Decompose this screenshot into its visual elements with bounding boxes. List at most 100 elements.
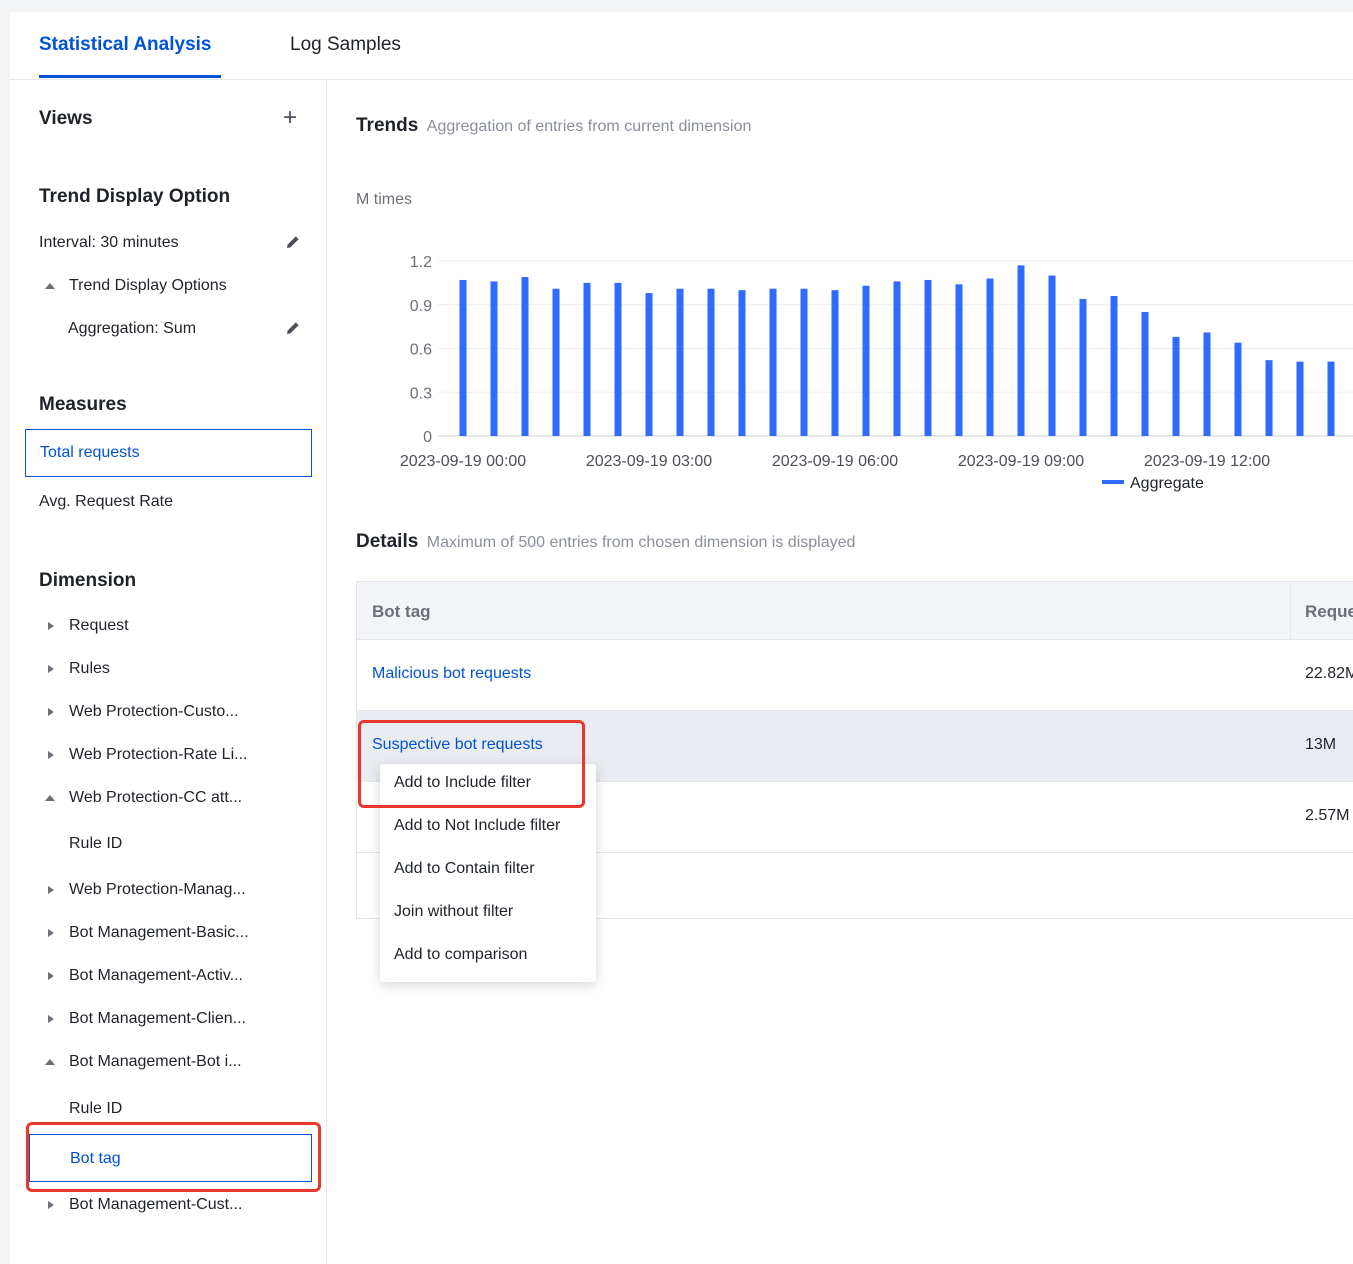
bar (862, 285, 870, 436)
y-tick-label: 0.6 (410, 342, 432, 359)
edit-aggregation-icon[interactable] (284, 319, 302, 337)
legend-label: Aggregate (1130, 475, 1204, 492)
tab-statistical-analysis[interactable]: Statistical Analysis (39, 34, 211, 56)
x-tick-label: 2023-09-19 12:00 (1144, 453, 1270, 470)
dimension-title: Dimension (39, 570, 137, 591)
dimension-item-web-protection-rate-limit[interactable]: Web Protection-Rate Li... (69, 746, 247, 764)
sidebar: Views + Trend Display Option Interval: 3… (10, 80, 327, 1264)
dimension-item-web-protection-cc[interactable]: Web Protection-CC att... (69, 789, 242, 807)
dimension-item-rule-id[interactable]: Rule ID (69, 835, 122, 853)
aggregation-label: Aggregation: Sum (68, 320, 197, 337)
dimension-item-request[interactable]: Request (69, 617, 129, 635)
dimension-item-web-protection-custom[interactable]: Web Protection-Custo... (69, 703, 239, 721)
collapse-trend-options-icon[interactable] (45, 283, 55, 289)
column-header-bot-tag[interactable]: Bot tag (372, 602, 431, 622)
bar (521, 277, 529, 436)
expand-icon[interactable] (48, 886, 54, 894)
menu-add-to-comparison[interactable]: Add to comparison (394, 946, 527, 964)
expand-icon[interactable] (48, 708, 54, 716)
y-tick-label: 0.3 (410, 385, 432, 402)
bar (1079, 298, 1087, 436)
dimension-item-bot-management-client[interactable]: Bot Management-Clien... (69, 1010, 246, 1028)
analysis-window: Statistical Analysis Log Samples Views +… (10, 12, 1353, 1264)
dimension-item-rule-id-2[interactable]: Rule ID (69, 1100, 122, 1118)
highlight-annotation (358, 720, 585, 808)
table-header: Bot tag Reque (357, 582, 1353, 640)
trend-display-option-title: Trend Display Option (39, 186, 231, 207)
column-header-requests[interactable]: Reque (1305, 602, 1353, 622)
bar (707, 288, 715, 436)
table-row[interactable]: Malicious bot requests 22.82M (357, 640, 1353, 711)
trends-chart: M times 1.2 0.9 0.6 0.3 0 2023-09-19 00:00 2023… (328, 80, 1353, 500)
legend-swatch (1102, 480, 1124, 484)
bar (831, 290, 839, 436)
dimension-item-bot-management-bot-intel[interactable]: Bot Management-Bot i... (69, 1053, 242, 1071)
measure-total-requests-label: Total requests (40, 444, 140, 461)
bar (1327, 361, 1335, 436)
details-subtitle: Maximum of 500 entries from chosen dimen… (426, 534, 856, 551)
bar (614, 282, 622, 436)
expand-icon[interactable] (48, 1201, 54, 1209)
bar (986, 278, 994, 436)
bar (645, 293, 653, 436)
highlight-annotation (26, 1122, 321, 1192)
y-tick-label: 1.2 (410, 254, 432, 271)
x-tick-label: 2023-09-19 06:00 (772, 453, 898, 470)
y-axis-unit-label: M times (356, 191, 412, 208)
expand-icon[interactable] (48, 1015, 54, 1023)
bar (800, 288, 808, 436)
collapse-icon[interactable] (45, 795, 55, 801)
active-tab-indicator (39, 75, 221, 78)
measures-title: Measures (39, 394, 127, 415)
dimension-item-web-protection-managed[interactable]: Web Protection-Manag... (69, 881, 246, 899)
details-title: Details (356, 531, 419, 552)
bar (893, 281, 901, 436)
edit-interval-icon[interactable] (284, 233, 302, 251)
dimension-item-bot-management-basic[interactable]: Bot Management-Basic... (69, 924, 249, 942)
bar (459, 279, 467, 436)
row-tag-link[interactable]: Malicious bot requests (372, 665, 531, 683)
bar (924, 279, 932, 436)
collapse-icon[interactable] (45, 1059, 55, 1065)
menu-add-not-include-filter[interactable]: Add to Not Include filter (394, 817, 560, 835)
expand-icon[interactable] (48, 751, 54, 759)
expand-icon[interactable] (48, 929, 54, 937)
x-tick-label: 2023-09-19 03:00 (586, 453, 712, 470)
trend-display-options-label[interactable]: Trend Display Options (69, 277, 227, 295)
menu-add-contain-filter[interactable]: Add to Contain filter (394, 860, 535, 878)
row-value: 22.82M (1305, 665, 1353, 682)
add-view-icon[interactable]: + (283, 104, 297, 132)
tab-log-samples[interactable]: Log Samples (290, 34, 401, 56)
bar (676, 288, 684, 436)
bar (583, 282, 591, 436)
bar (1265, 360, 1273, 436)
measure-avg-request-rate[interactable]: Avg. Request Rate (39, 493, 173, 511)
row-value: 2.57M (1305, 807, 1350, 824)
expand-icon[interactable] (48, 665, 54, 673)
bar (955, 284, 963, 436)
dimension-item-bot-management-custom[interactable]: Bot Management-Cust... (69, 1196, 242, 1214)
views-title: Views (39, 108, 93, 129)
row-value: 13M (1305, 736, 1337, 753)
bar (1203, 332, 1211, 436)
bar (552, 288, 560, 436)
x-tick-label: 2023-09-19 09:00 (958, 453, 1084, 470)
expand-icon[interactable] (48, 622, 54, 630)
bar (1141, 312, 1149, 436)
measure-total-requests[interactable]: Total requests (25, 429, 312, 477)
bar (738, 290, 746, 436)
tab-bar: Statistical Analysis Log Samples (10, 12, 1353, 80)
y-tick-label: 0.9 (410, 298, 432, 315)
bar (1017, 265, 1025, 436)
bar (1172, 336, 1180, 436)
menu-join-without-filter[interactable]: Join without filter (394, 903, 513, 921)
x-tick-label: 2023-09-19 00:00 (400, 453, 526, 470)
expand-icon[interactable] (48, 972, 54, 980)
dimension-item-bot-management-active[interactable]: Bot Management-Activ... (69, 967, 243, 985)
bar (1234, 342, 1242, 436)
bar (1110, 296, 1118, 436)
dimension-item-rules[interactable]: Rules (69, 660, 110, 678)
bar (1296, 361, 1304, 436)
details-header: Details Maximum of 500 entries from chos… (356, 531, 855, 553)
bar (1048, 275, 1056, 436)
